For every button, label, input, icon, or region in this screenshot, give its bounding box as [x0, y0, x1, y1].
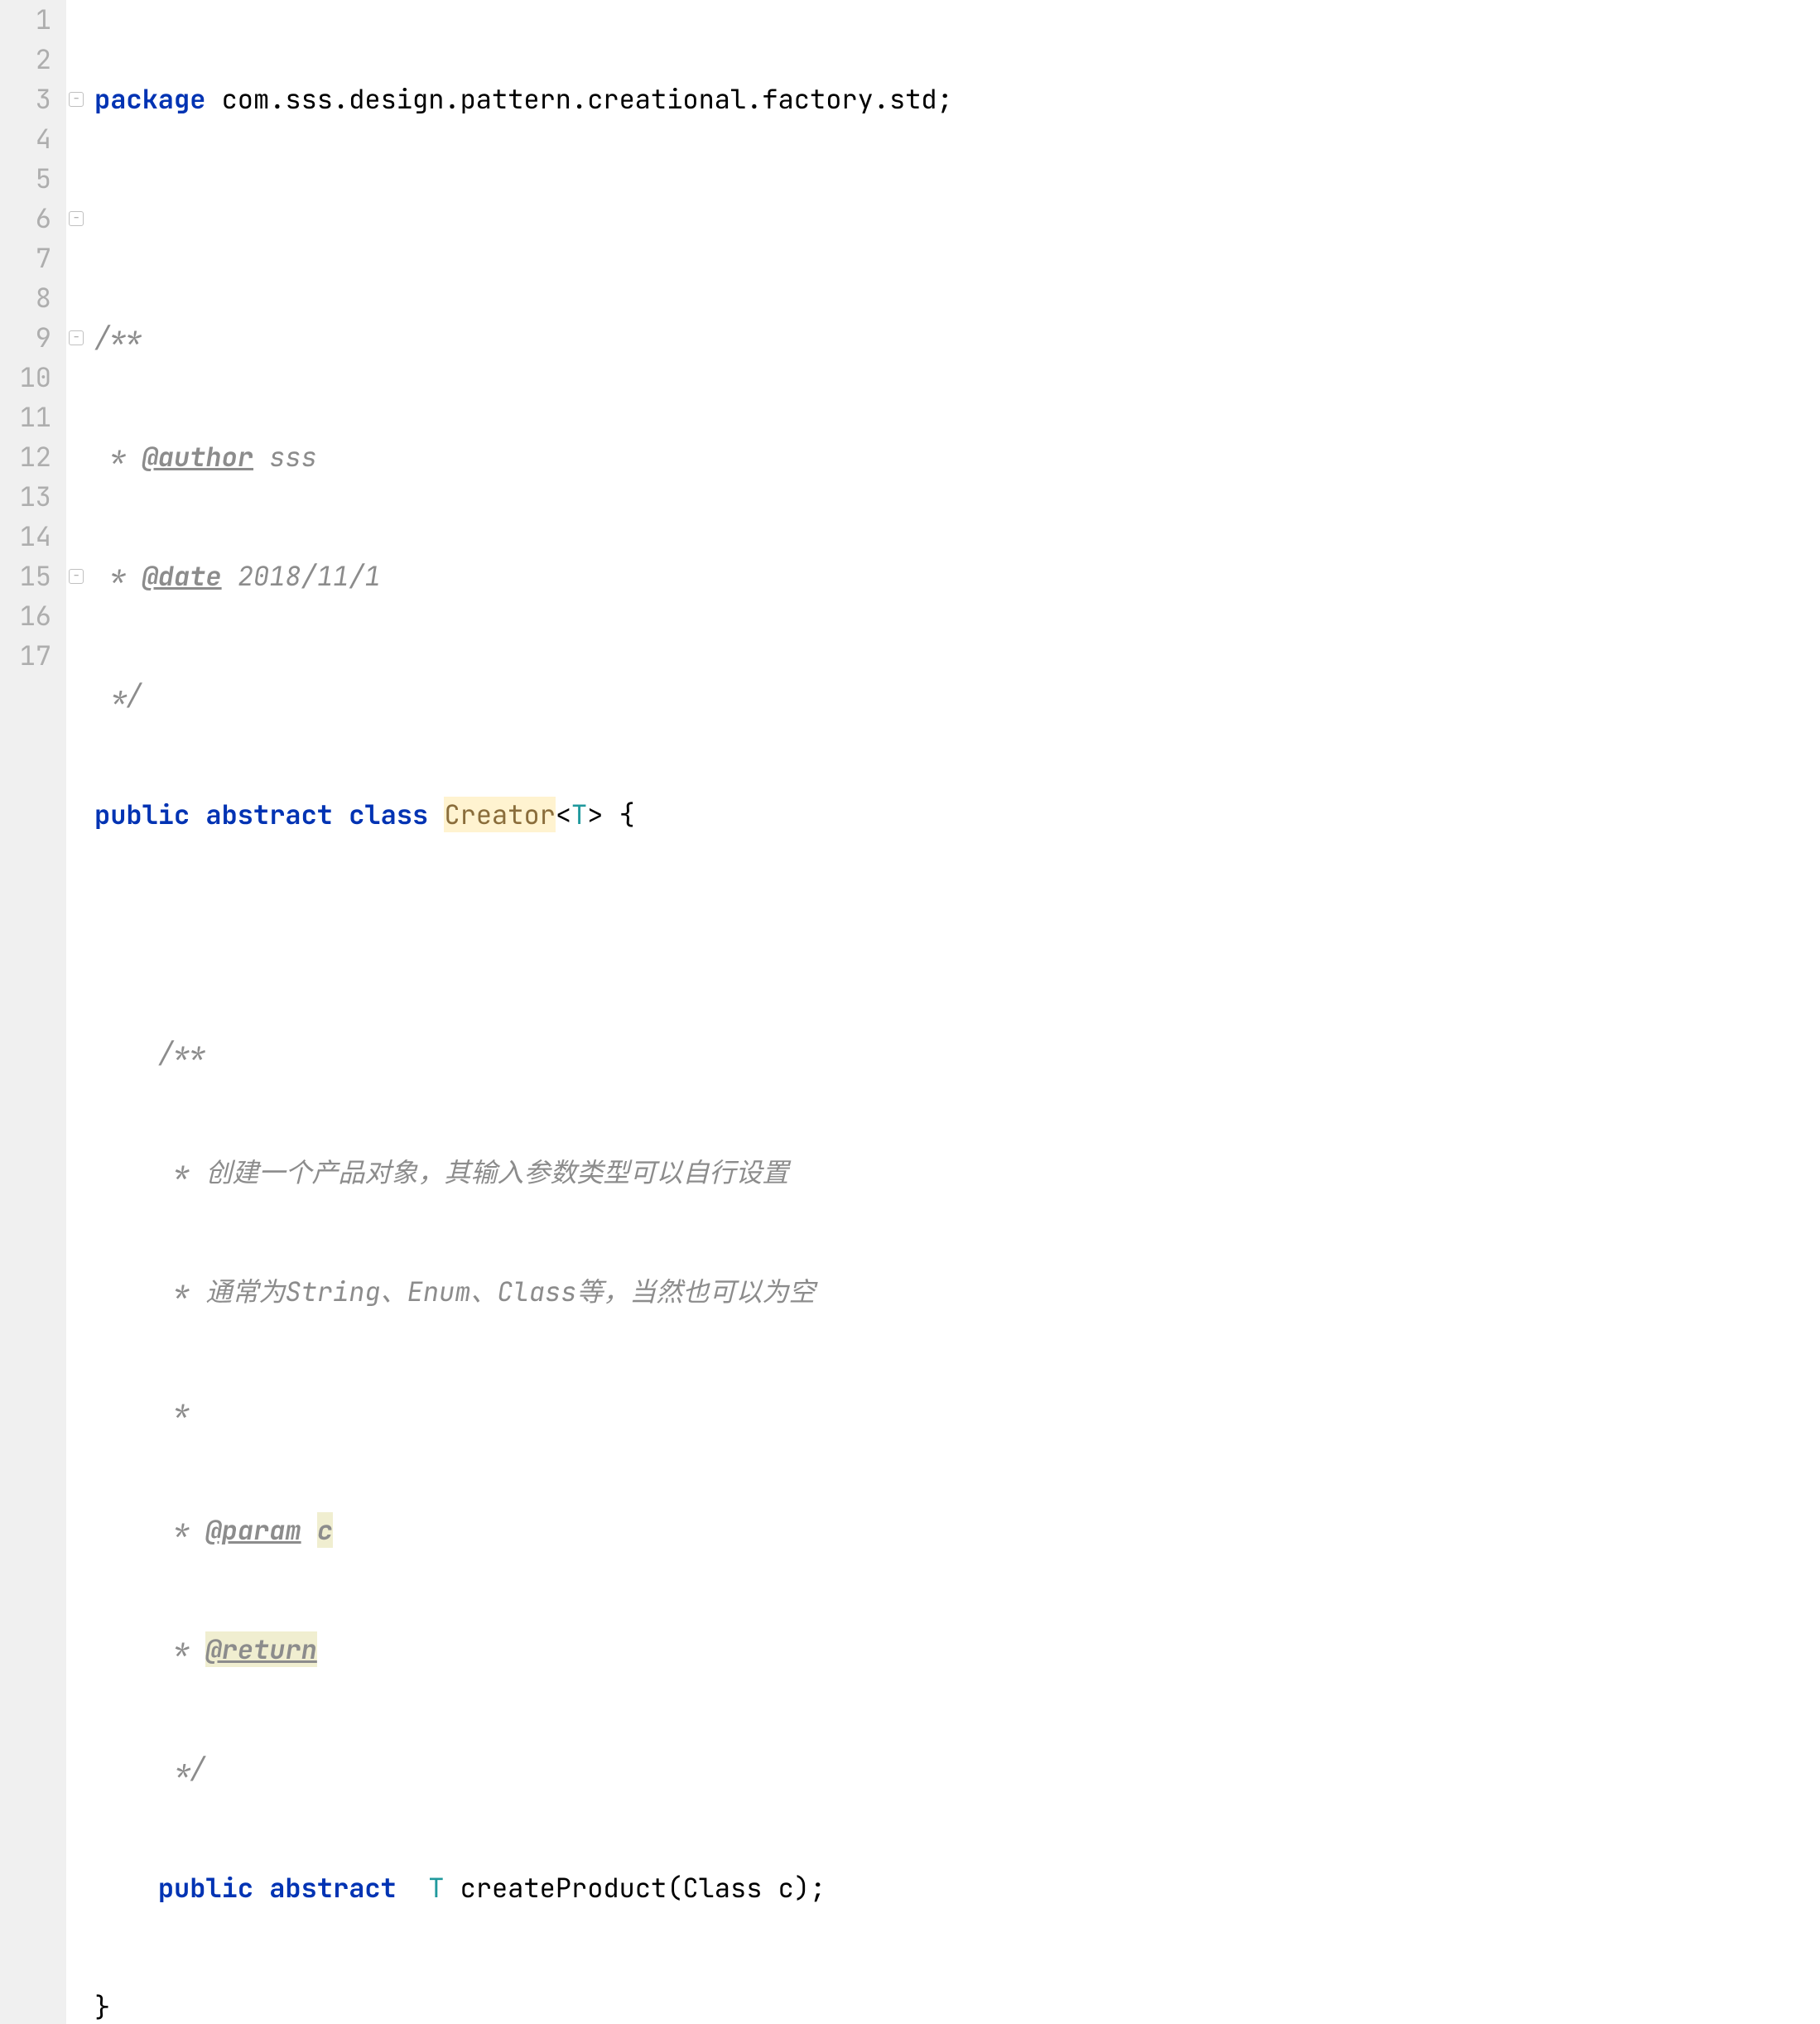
- javadoc-open: /**: [94, 320, 142, 355]
- space: [333, 797, 349, 832]
- keyword-abstract: abstract: [205, 797, 333, 832]
- class-name: Creator: [444, 797, 555, 832]
- javadoc-param-name: c: [317, 1512, 333, 1548]
- line-number: 5: [8, 159, 51, 199]
- javadoc-open: /**: [158, 1035, 206, 1071]
- javadoc-tag-author: @author: [142, 439, 253, 475]
- indent: [94, 1751, 158, 1786]
- line-number: 12: [8, 437, 51, 477]
- method-name: createProduct: [460, 1870, 667, 1906]
- brace-open: {: [603, 797, 634, 832]
- parameter-type: Class: [682, 1870, 762, 1906]
- paren-open: (: [667, 1870, 682, 1906]
- line-number-gutter: 1 2 3 4 5 6 7 8 9 10 11 12 13 14 15 16 1…: [0, 0, 66, 2024]
- keyword-class: class: [349, 797, 428, 832]
- indent: [94, 1631, 158, 1667]
- brace-close: }: [94, 1989, 110, 2024]
- code-line[interactable]: /**: [94, 1034, 1820, 1073]
- fold-gutter: − − − −: [66, 0, 91, 2024]
- space: [190, 797, 205, 832]
- indent: [94, 1870, 158, 1906]
- code-line[interactable]: * @param c: [94, 1511, 1820, 1550]
- javadoc-text: * 通常为String、Enum、Class等，当然也可以为空: [158, 1274, 816, 1309]
- code-line[interactable]: */: [94, 1749, 1820, 1789]
- package-path: com.sss.design.pattern.creational.factor…: [205, 81, 952, 117]
- semicolon: ;: [810, 1870, 826, 1906]
- code-line[interactable]: * @date 2018/11/1: [94, 557, 1820, 596]
- javadoc-text: 2018/11/1: [222, 558, 381, 594]
- line-number: 14: [8, 517, 51, 557]
- code-line[interactable]: * 创建一个产品对象，其输入参数类型可以自行设置: [94, 1153, 1820, 1193]
- line-number: 10: [8, 358, 51, 398]
- code-line[interactable]: [94, 914, 1820, 954]
- indent: [94, 1274, 158, 1309]
- line-number: 11: [8, 398, 51, 437]
- code-line[interactable]: /**: [94, 318, 1820, 358]
- indent: [94, 1035, 158, 1071]
- javadoc-star: *: [158, 1631, 206, 1667]
- code-line[interactable]: }: [94, 1988, 1820, 2024]
- indent: [94, 1393, 158, 1429]
- javadoc-close: */: [158, 1751, 206, 1786]
- space: [428, 797, 444, 832]
- code-line[interactable]: public abstract T createProduct(Class c)…: [94, 1868, 1820, 1908]
- space: [444, 1870, 460, 1906]
- paren-close: ): [794, 1870, 810, 1906]
- code-line[interactable]: [94, 199, 1820, 239]
- keyword-public: public: [94, 797, 190, 832]
- line-number: 3: [8, 80, 51, 119]
- javadoc-tag-return: @return: [205, 1631, 316, 1667]
- line-number: 17: [8, 636, 51, 676]
- angle-bracket: >: [587, 797, 603, 832]
- javadoc-star: *: [94, 439, 142, 475]
- return-type: T: [428, 1870, 444, 1906]
- javadoc-text: *: [158, 1393, 190, 1429]
- fold-toggle-icon[interactable]: −: [68, 210, 84, 227]
- line-number: 1: [8, 0, 51, 40]
- javadoc-close: */: [94, 677, 142, 713]
- parameter-name: c: [778, 1870, 794, 1906]
- javadoc-tag-param: @param: [205, 1512, 301, 1548]
- keyword-abstract: abstract: [269, 1870, 397, 1906]
- space: [762, 1870, 778, 1906]
- space: [253, 1870, 269, 1906]
- keyword-public: public: [158, 1870, 253, 1906]
- javadoc-text: * 创建一个产品对象，其输入参数类型可以自行设置: [158, 1154, 789, 1190]
- fold-toggle-icon[interactable]: −: [68, 330, 84, 346]
- line-number: 9: [8, 318, 51, 358]
- javadoc-tag-date: @date: [142, 558, 222, 594]
- code-line[interactable]: *: [94, 1391, 1820, 1431]
- indent: [94, 1512, 158, 1548]
- code-line[interactable]: * @author sss: [94, 437, 1820, 477]
- line-number: 4: [8, 119, 51, 159]
- code-line[interactable]: public abstract class Creator<T> {: [94, 795, 1820, 835]
- line-number: 13: [8, 477, 51, 517]
- code-line[interactable]: package com.sss.design.pattern.creationa…: [94, 80, 1820, 119]
- javadoc-star: *: [158, 1512, 206, 1548]
- space: [397, 1870, 428, 1906]
- code-editor[interactable]: package com.sss.design.pattern.creationa…: [91, 0, 1820, 2024]
- line-number: 6: [8, 199, 51, 239]
- fold-toggle-icon[interactable]: −: [68, 568, 84, 585]
- keyword-package: package: [94, 81, 205, 117]
- javadoc-text: sss: [253, 439, 317, 475]
- line-number: 7: [8, 239, 51, 278]
- code-line[interactable]: * @return: [94, 1630, 1820, 1670]
- type-parameter: T: [571, 797, 587, 832]
- angle-bracket: <: [556, 797, 571, 832]
- code-line[interactable]: * 通常为String、Enum、Class等，当然也可以为空: [94, 1272, 1820, 1312]
- fold-toggle-icon[interactable]: −: [68, 91, 84, 108]
- code-line[interactable]: */: [94, 676, 1820, 716]
- line-number: 16: [8, 596, 51, 636]
- space: [301, 1512, 317, 1548]
- indent: [94, 1154, 158, 1190]
- line-number: 8: [8, 278, 51, 318]
- line-number: 15: [8, 557, 51, 596]
- javadoc-star: *: [94, 558, 142, 594]
- line-number: 2: [8, 40, 51, 80]
